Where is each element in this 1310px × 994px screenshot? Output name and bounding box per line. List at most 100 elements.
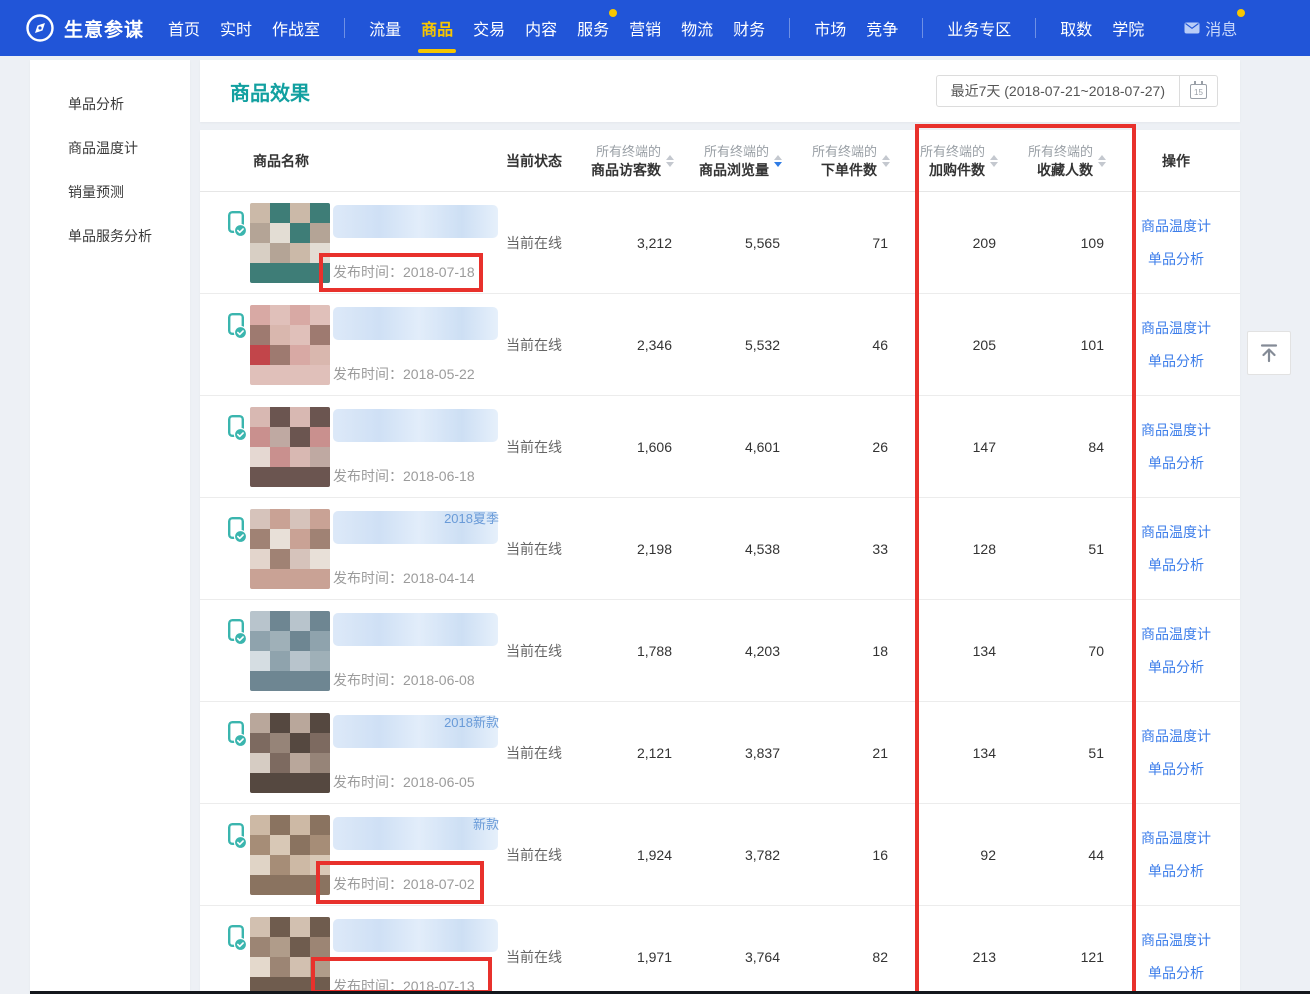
calendar-button[interactable]: 15 <box>1179 76 1217 106</box>
product-name-blurred-link[interactable] <box>333 409 498 442</box>
nav-item-label: 商品 <box>421 16 453 40</box>
product-name-cell: 发布时间：2018-05-22 <box>200 294 502 395</box>
action-single-item-analysis-link[interactable]: 单品分析 <box>1148 351 1204 371</box>
column-header-cart-add-count[interactable]: 所有终端的加购件数 <box>896 130 1004 191</box>
sort-control-order-count[interactable] <box>882 155 890 167</box>
nav-item-logistics[interactable]: 物流 <box>671 0 723 56</box>
action-single-item-analysis-link[interactable]: 单品分析 <box>1148 249 1204 269</box>
nav-item-market[interactable]: 市场 <box>804 0 856 56</box>
metric-favorites: 109 <box>1004 192 1112 293</box>
action-product-thermometer-link[interactable]: 商品温度计 <box>1141 726 1211 746</box>
app-logo-icon <box>26 14 54 42</box>
back-to-top-button[interactable] <box>1247 331 1291 375</box>
nav-item-academy[interactable]: 学院 <box>1102 0 1154 56</box>
column-header-product-views[interactable]: 所有终端的商品浏览量 <box>680 130 788 191</box>
column-header-favorite-count[interactable]: 所有终端的收藏人数 <box>1004 130 1112 191</box>
product-image <box>250 305 330 385</box>
nav-item-finance[interactable]: 财务 <box>723 0 775 56</box>
metric-cart-adds: 147 <box>896 396 1004 497</box>
action-product-thermometer-link[interactable]: 商品温度计 <box>1141 216 1211 236</box>
product-row: 2018新款发布时间：2018-06-05当前在线2,1213,83721134… <box>200 702 1240 804</box>
nav-item-war-room[interactable]: 作战室 <box>262 0 330 56</box>
product-name-blurred-link[interactable] <box>333 613 498 646</box>
action-single-item-analysis-link[interactable]: 单品分析 <box>1148 453 1204 473</box>
sort-desc-icon <box>774 162 782 167</box>
metric-orders: 46 <box>788 294 896 395</box>
product-row: 发布时间：2018-06-08当前在线1,7884,2031813470商品温度… <box>200 600 1240 702</box>
action-single-item-analysis-link[interactable]: 单品分析 <box>1148 861 1204 881</box>
publish-time: 发布时间：2018-07-18 <box>333 262 501 282</box>
mobile-online-icon <box>228 925 247 957</box>
page-title: 商品效果 <box>230 77 310 106</box>
column-header-label: 加购件数 <box>920 161 985 179</box>
nav-item-messages[interactable]: 消息 <box>1174 0 1247 56</box>
action-single-item-analysis-link[interactable]: 单品分析 <box>1148 555 1204 575</box>
sort-control-favorite-count[interactable] <box>1098 155 1106 167</box>
metric-visitors: 3,212 <box>572 192 680 293</box>
product-text-block: 发布时间：2018-05-22 <box>333 305 501 384</box>
brand-name[interactable]: 生意参谋 <box>64 15 144 42</box>
metric-visitors: 1,971 <box>572 906 680 994</box>
metric-visitors: 2,121 <box>572 702 680 803</box>
sort-control-product-visitors[interactable] <box>666 155 674 167</box>
nav-item-home[interactable]: 首页 <box>158 0 210 56</box>
nav-item-label: 内容 <box>525 16 557 40</box>
nav-item-competition[interactable]: 竞争 <box>856 0 908 56</box>
action-product-thermometer-link[interactable]: 商品温度计 <box>1141 318 1211 338</box>
action-product-thermometer-link[interactable]: 商品温度计 <box>1141 624 1211 644</box>
product-name-cell: 发布时间：2018-06-08 <box>200 600 502 701</box>
nav-item-label: 竞争 <box>866 16 898 40</box>
product-name-blurred-link[interactable] <box>333 205 498 238</box>
action-single-item-analysis-link[interactable]: 单品分析 <box>1148 963 1204 983</box>
calendar-icon: 15 <box>1190 84 1207 99</box>
notification-badge-dot <box>609 9 617 17</box>
product-name-blurred-link[interactable] <box>333 919 498 952</box>
product-effect-table: 商品名称当前状态所有终端的商品访客数所有终端的商品浏览量所有终端的下单件数所有终… <box>200 130 1240 994</box>
nav-item-trade[interactable]: 交易 <box>463 0 515 56</box>
metric-visitors: 1,788 <box>572 600 680 701</box>
sidebar-item-sales-forecast[interactable]: 销量预测 <box>30 170 190 214</box>
nav-item-label: 营销 <box>629 16 661 40</box>
product-text-block: 2018新款发布时间：2018-06-05 <box>333 713 501 792</box>
nav-item-service[interactable]: 服务 <box>567 0 619 56</box>
metric-cart-adds: 134 <box>896 702 1004 803</box>
column-header-product-visitors[interactable]: 所有终端的商品访客数 <box>572 130 680 191</box>
sort-asc-icon <box>774 155 782 160</box>
action-product-thermometer-link[interactable]: 商品温度计 <box>1141 828 1211 848</box>
sort-control-cart-add-count[interactable] <box>990 155 998 167</box>
nav-item-label: 取数 <box>1060 16 1092 40</box>
product-name-blurred-link[interactable] <box>333 307 498 340</box>
nav-item-data-extract[interactable]: 取数 <box>1050 0 1102 56</box>
sidebar-item-single-item-analysis[interactable]: 单品分析 <box>30 82 190 126</box>
publish-time: 发布时间：2018-04-14 <box>333 568 501 588</box>
nav-item-traffic[interactable]: 流量 <box>359 0 411 56</box>
action-single-item-analysis-link[interactable]: 单品分析 <box>1148 657 1204 677</box>
mobile-online-icon <box>228 415 247 447</box>
sidebar-item-single-item-service-analysis[interactable]: 单品服务分析 <box>30 214 190 258</box>
metric-views: 4,203 <box>680 600 788 701</box>
metric-favorites: 51 <box>1004 702 1112 803</box>
nav-item-product[interactable]: 商品 <box>411 0 463 56</box>
date-range-picker[interactable]: 最近7天 (2018-07-21~2018-07-27) 15 <box>936 75 1218 107</box>
sidebar-item-product-thermometer[interactable]: 商品温度计 <box>30 126 190 170</box>
action-product-thermometer-link[interactable]: 商品温度计 <box>1141 930 1211 950</box>
sort-control-product-views[interactable] <box>774 155 782 167</box>
action-single-item-analysis-link[interactable]: 单品分析 <box>1148 759 1204 779</box>
nav-item-realtime[interactable]: 实时 <box>210 0 262 56</box>
nav-item-content[interactable]: 内容 <box>515 0 567 56</box>
product-name-fragment: 2018新款 <box>444 712 499 731</box>
action-product-thermometer-link[interactable]: 商品温度计 <box>1141 522 1211 542</box>
mobile-online-icon <box>228 721 247 753</box>
nav-item-marketing[interactable]: 营销 <box>619 0 671 56</box>
product-row: 2018夏季发布时间：2018-04-14当前在线2,1984,53833128… <box>200 498 1240 600</box>
column-header-text: 所有终端的收藏人数 <box>1028 143 1093 179</box>
metric-favorites: 51 <box>1004 498 1112 599</box>
row-actions: 商品温度计单品分析 <box>1112 294 1240 395</box>
column-header-label: 商品浏览量 <box>699 161 769 179</box>
nav-item-business-zone[interactable]: 业务专区 <box>937 0 1021 56</box>
column-header-order-count[interactable]: 所有终端的下单件数 <box>788 130 896 191</box>
product-text-block: 发布时间：2018-06-08 <box>333 611 501 690</box>
action-product-thermometer-link[interactable]: 商品温度计 <box>1141 420 1211 440</box>
date-range-label[interactable]: 最近7天 (2018-07-21~2018-07-27) <box>937 76 1179 106</box>
product-name-cell: 发布时间：2018-07-13 <box>200 906 502 994</box>
